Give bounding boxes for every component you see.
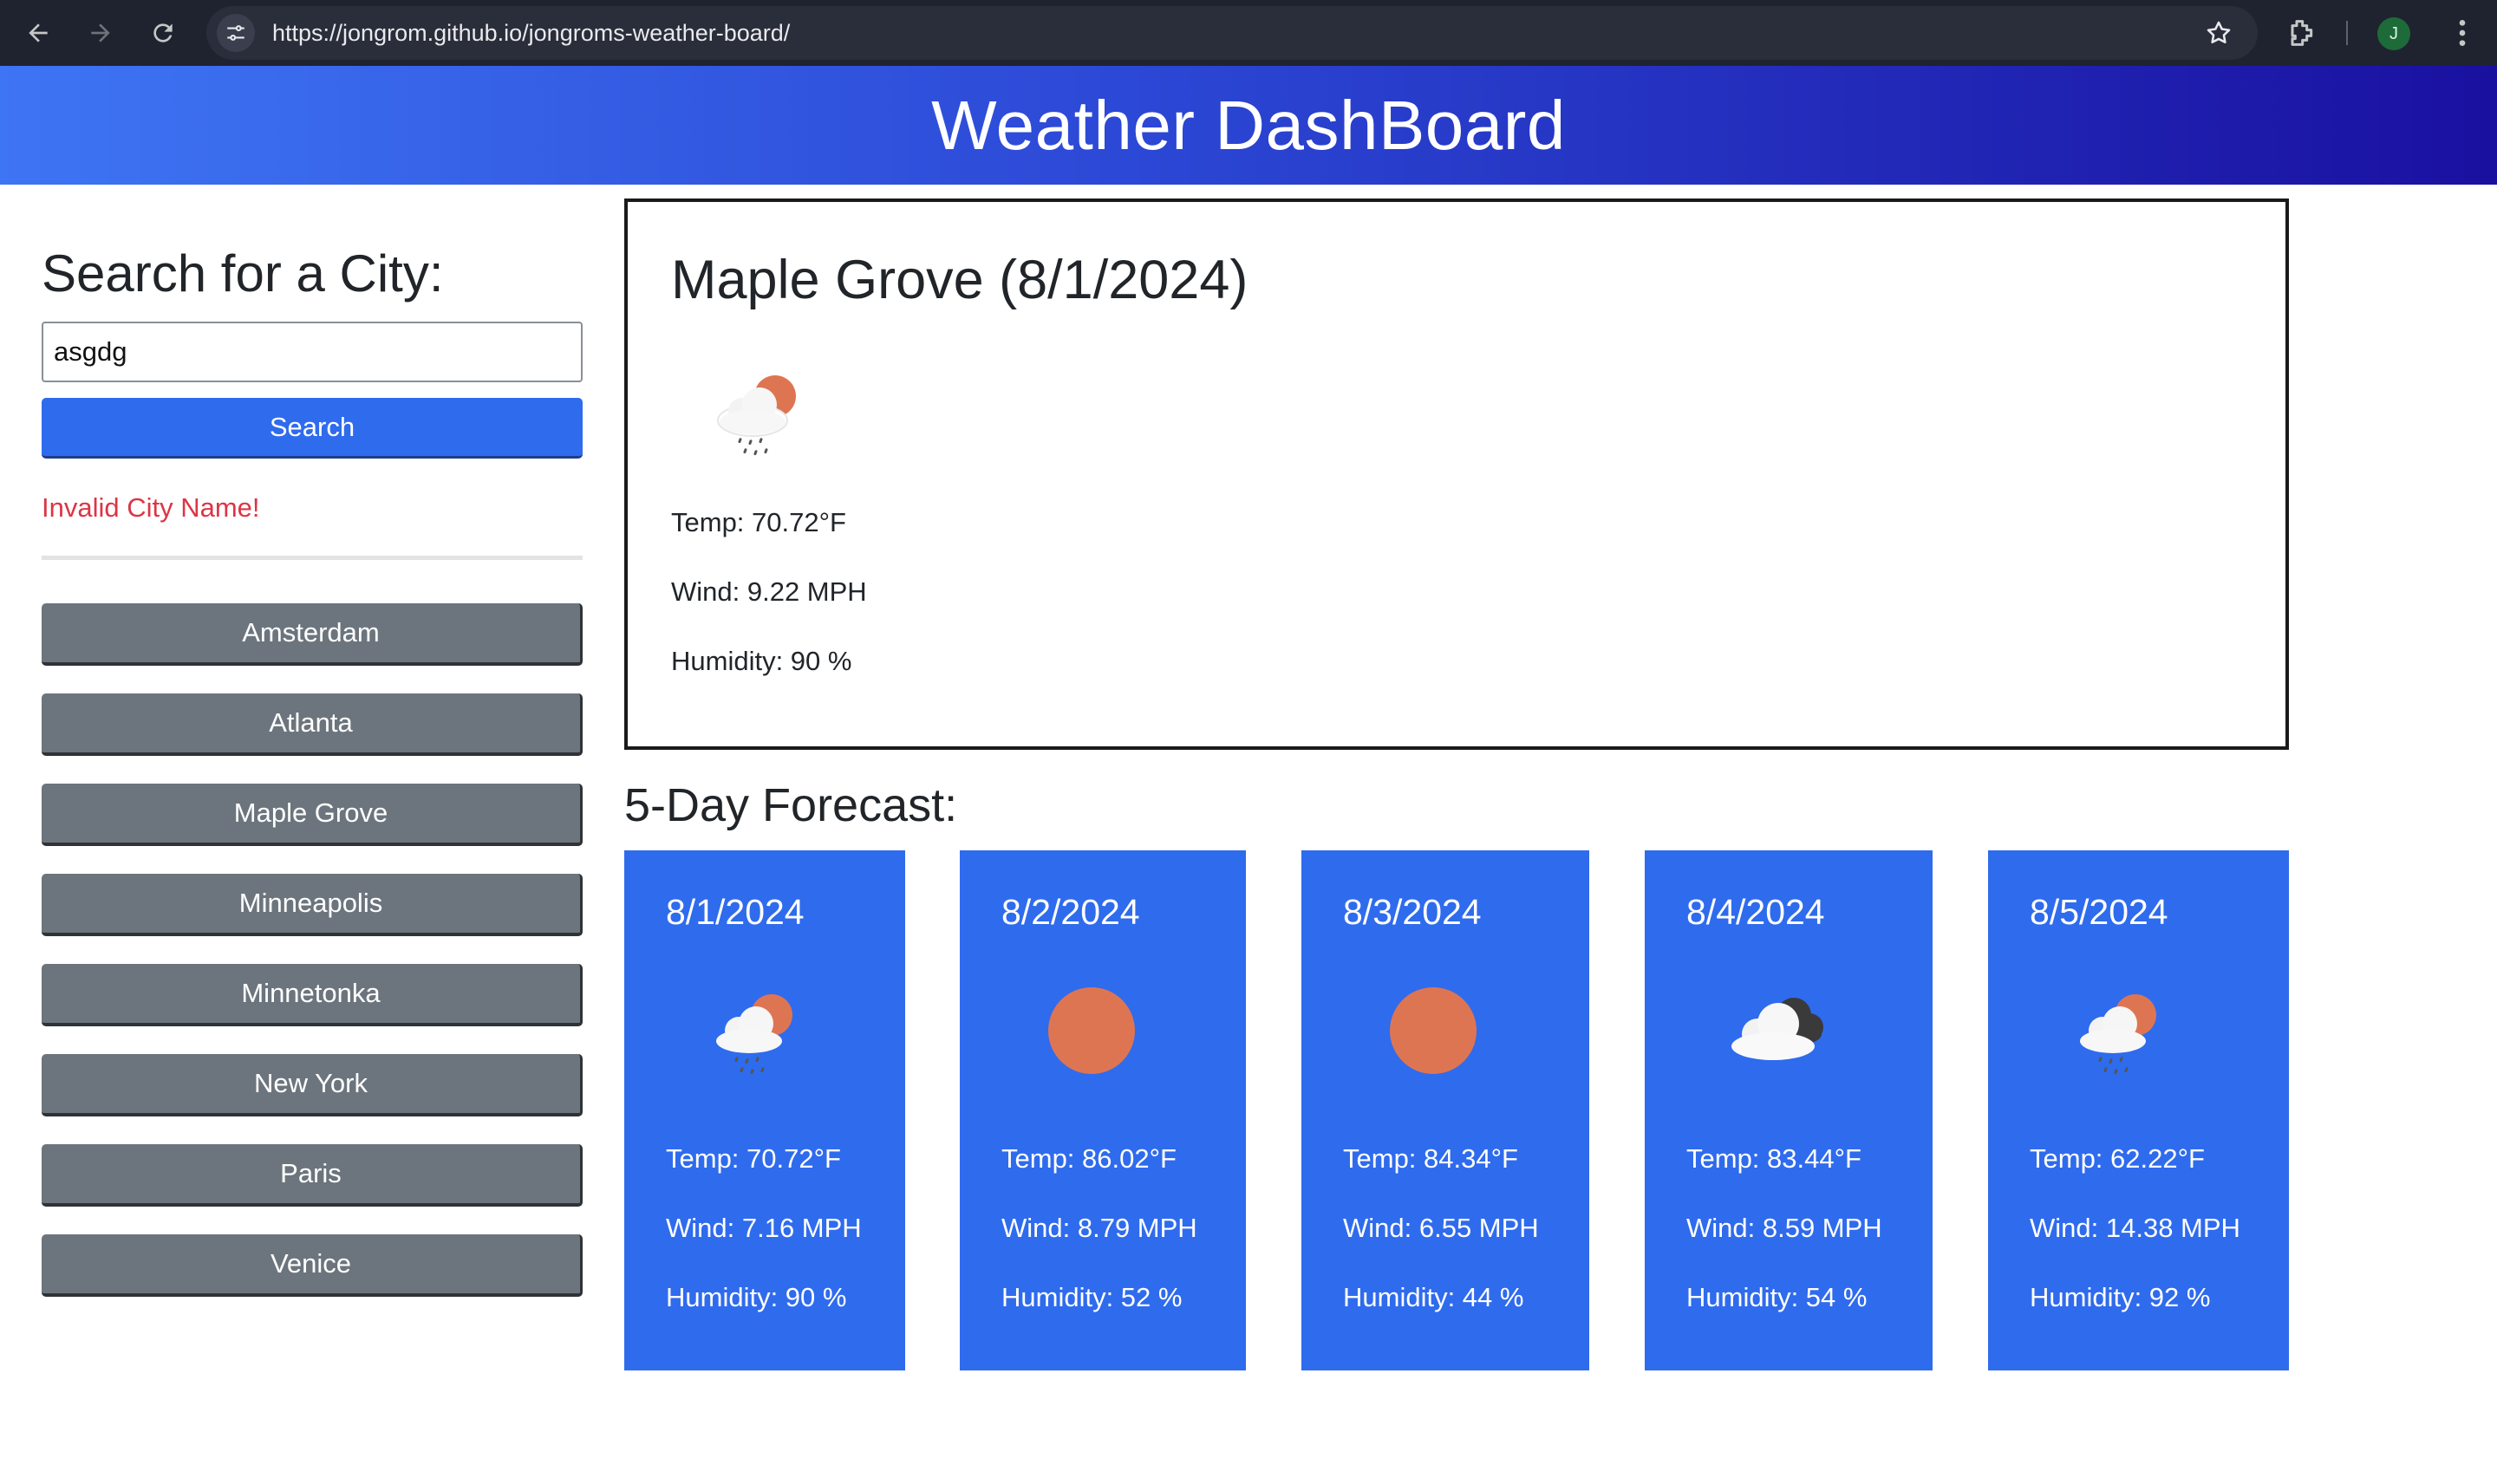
sun-icon xyxy=(1048,987,1135,1074)
history-city-button[interactable]: New York xyxy=(42,1054,583,1116)
extensions-icon[interactable] xyxy=(2284,16,2318,50)
forecast-date: 8/5/2024 xyxy=(2030,892,2168,932)
history-city-button[interactable]: Maple Grove xyxy=(42,784,583,846)
current-humidity: Humidity: 90 % xyxy=(671,646,852,676)
history-city-button[interactable]: Venice xyxy=(42,1234,583,1297)
sidebar-divider xyxy=(42,556,583,560)
forecast-card: 8/1/2024 Temp: 70.72°F Wind: 7.16 MPH Hu… xyxy=(624,850,905,1370)
forecast-temp: Temp: 83.44°F xyxy=(1686,1143,1861,1174)
forecast-humidity: Humidity: 90 % xyxy=(666,1282,847,1312)
toolbar-divider xyxy=(2346,21,2348,45)
forecast-date: 8/4/2024 xyxy=(1686,892,1825,932)
arrow-right-icon xyxy=(91,23,110,42)
forward-button[interactable] xyxy=(80,12,121,54)
rain-sun-icon xyxy=(2080,994,2156,1075)
reload-button[interactable] xyxy=(142,12,184,54)
history-city-button[interactable]: Paris xyxy=(42,1144,583,1207)
profile-avatar[interactable]: J xyxy=(2377,17,2410,50)
city-search-input[interactable] xyxy=(42,322,583,382)
address-bar[interactable]: https://jongrom.github.io/jongroms-weath… xyxy=(206,6,2258,60)
forecast-wind: Wind: 14.38 MPH xyxy=(2030,1213,2240,1243)
forecast-card: 8/5/2024 Temp: 62.22°F Wind: 14.38 MPH H… xyxy=(1988,850,2289,1370)
forecast-wind: Wind: 6.55 MPH xyxy=(1343,1213,1539,1243)
forecast-humidity: Humidity: 52 % xyxy=(1001,1282,1183,1312)
forecast-date: 8/3/2024 xyxy=(1343,892,1482,932)
forecast-card: 8/4/2024 Temp: 83.44°F Wind: 8.59 MPH Hu… xyxy=(1645,850,1933,1370)
site-info-button[interactable] xyxy=(217,14,255,52)
browser-toolbar: https://jongrom.github.io/jongroms-weath… xyxy=(0,0,2497,66)
rain-sun-icon xyxy=(717,375,796,456)
forecast-card: 8/3/2024 Temp: 84.34°F Wind: 6.55 MPH Hu… xyxy=(1301,850,1589,1370)
forecast-wind: Wind: 8.59 MPH xyxy=(1686,1213,1882,1243)
forecast-temp: Temp: 86.02°F xyxy=(1001,1143,1177,1174)
page-title: Weather DashBoard xyxy=(931,86,1566,164)
search-button[interactable]: Search xyxy=(42,398,583,459)
forecast-date: 8/2/2024 xyxy=(1001,892,1140,932)
tune-icon xyxy=(227,25,244,41)
cloud-icon xyxy=(1731,998,1823,1060)
arrow-left-icon xyxy=(29,23,48,42)
reload-icon xyxy=(153,23,173,42)
forecast-heading: 5-Day Forecast: xyxy=(624,779,958,831)
search-heading: Search for a City: xyxy=(42,244,444,303)
history-city-button[interactable]: Minneapolis xyxy=(42,874,583,936)
more-menu-icon[interactable] xyxy=(2445,16,2480,50)
forecast-temp: Temp: 84.34°F xyxy=(1343,1143,1518,1174)
history-city-button[interactable]: Minnetonka xyxy=(42,964,583,1026)
forecast-humidity: Humidity: 54 % xyxy=(1686,1282,1868,1312)
sun-icon xyxy=(1390,987,1477,1074)
history-city-button[interactable]: Amsterdam xyxy=(42,603,583,666)
current-city-title: Maple Grove (8/1/2024) xyxy=(671,250,1248,310)
current-wind: Wind: 9.22 MPH xyxy=(671,576,867,607)
error-message: Invalid City Name! xyxy=(42,492,260,523)
forecast-humidity: Humidity: 92 % xyxy=(2030,1282,2211,1312)
forecast-date: 8/1/2024 xyxy=(666,892,805,932)
url-text[interactable]: https://jongrom.github.io/jongroms-weath… xyxy=(272,6,790,60)
back-button[interactable] xyxy=(17,12,59,54)
forecast-humidity: Humidity: 44 % xyxy=(1343,1282,1524,1312)
forecast-card: 8/2/2024 Temp: 86.02°F Wind: 8.79 MPH Hu… xyxy=(960,850,1246,1370)
bookmark-star-icon[interactable] xyxy=(2204,18,2233,48)
page-header: Weather DashBoard xyxy=(0,66,2497,185)
history-city-button[interactable]: Atlanta xyxy=(42,693,583,756)
current-weather-panel: Maple Grove (8/1/2024) Temp: 70.72°F Win… xyxy=(624,199,2289,750)
current-temp: Temp: 70.72°F xyxy=(671,507,846,537)
forecast-wind: Wind: 8.79 MPH xyxy=(1001,1213,1197,1243)
forecast-temp: Temp: 62.22°F xyxy=(2030,1143,2205,1174)
forecast-temp: Temp: 70.72°F xyxy=(666,1143,841,1174)
forecast-wind: Wind: 7.16 MPH xyxy=(666,1213,862,1243)
rain-sun-icon xyxy=(716,994,792,1075)
